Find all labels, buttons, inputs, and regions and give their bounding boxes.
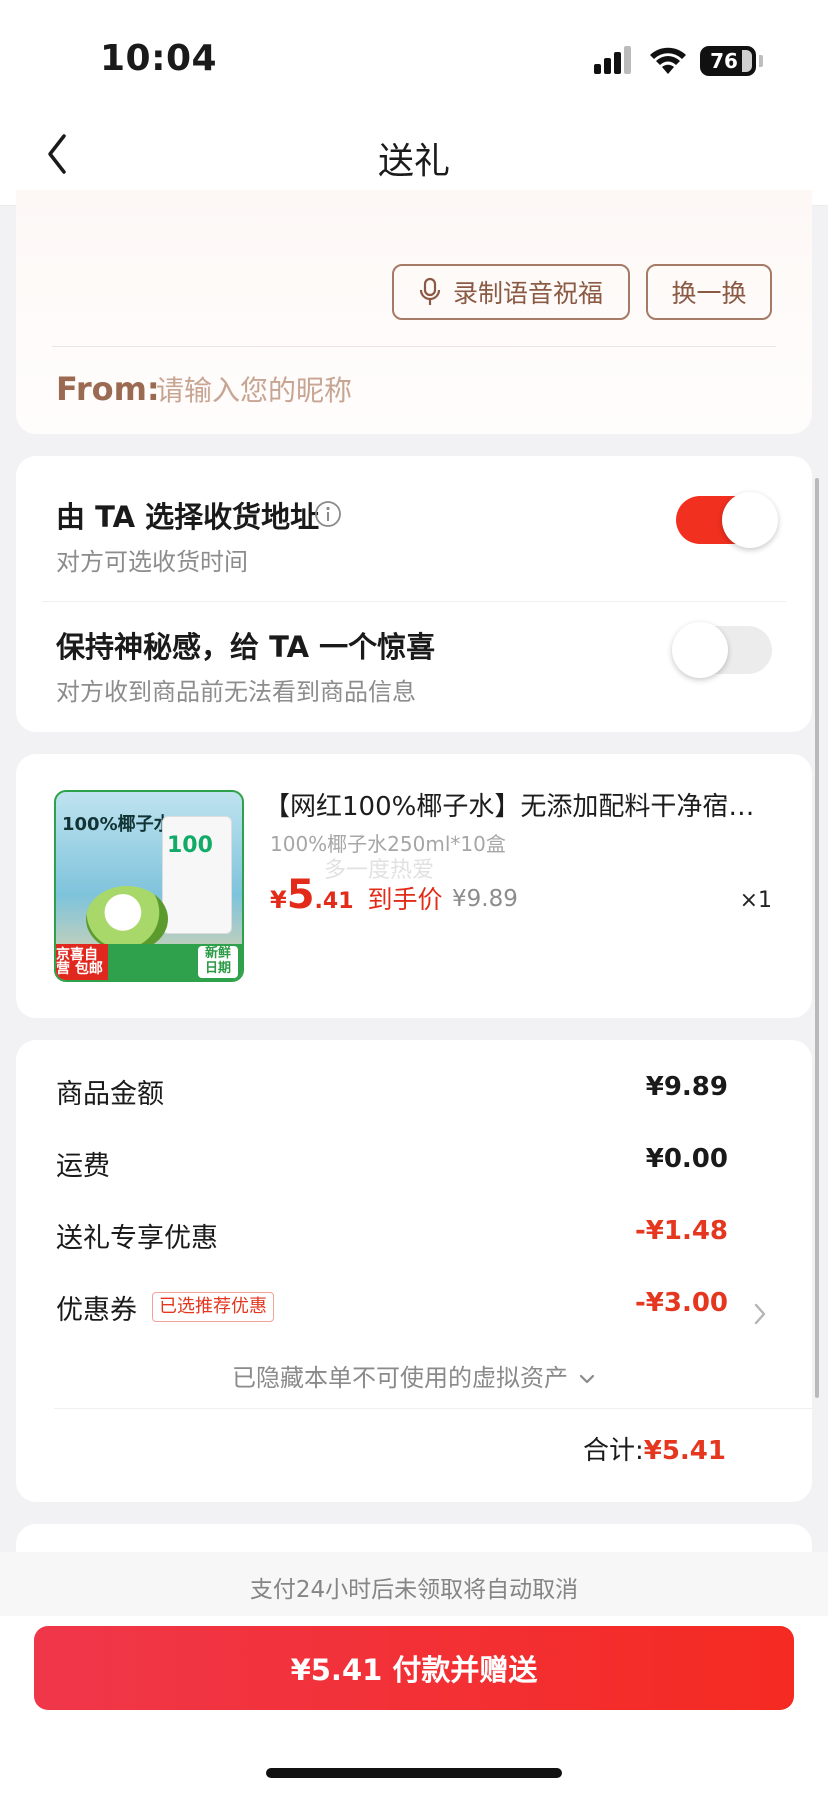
bottom-pay-bar: 支付24小时后未领取将自动取消 ¥5.41 付款并赠送 (0, 1552, 828, 1796)
wifi-icon (650, 47, 686, 74)
status-time: 10:04 (100, 38, 218, 79)
gift-options-card: 由 TA 选择收货地址 对方可选收货时间 保持神秘感，给 TA 一个惊喜 对方收… (16, 456, 812, 732)
record-voice-button[interactable]: 录制语音祝福 (392, 264, 630, 320)
thumbnail-badge-right: 新鲜 日期 (198, 946, 238, 978)
nickname-input[interactable] (156, 374, 656, 407)
row-label-shipping: 运费 (56, 1151, 110, 1182)
battery-tip (759, 55, 763, 67)
price-label: 到手价 (367, 885, 443, 914)
info-icon[interactable] (314, 500, 342, 528)
coupon-recommended-tag: 已选推荐优惠 (152, 1292, 274, 1322)
original-price: ¥9.89 (452, 886, 518, 912)
divider (52, 346, 776, 347)
scrollbar[interactable] (815, 478, 819, 1398)
toggle-knob (722, 492, 778, 548)
total-value: ¥5.41 (643, 1436, 726, 1466)
battery-level: 76 (710, 49, 738, 73)
row-label-goods-amount: 商品金额 (56, 1079, 164, 1110)
row-value-goods-amount: ¥9.89 (645, 1072, 728, 1102)
option-subtitle-surprise: 对方收到商品前无法看到商品信息 (56, 678, 416, 706)
toggle-recipient-address[interactable] (676, 492, 778, 548)
chevron-down-icon (579, 1374, 595, 1384)
total-label: 合计: (582, 1436, 644, 1466)
divider (42, 601, 786, 602)
thumbnail-badge-left: 京喜自营 包邮 (56, 944, 108, 980)
record-voice-label: 录制语音祝福 (452, 279, 603, 308)
toggle-knob (672, 622, 728, 678)
thumbnail-strip: 新鲜 日期 (108, 944, 242, 980)
auto-cancel-note: 支付24小时后未领取将自动取消 (249, 1577, 579, 1603)
price-currency: ¥ (270, 886, 287, 914)
price-integer: 5 (286, 872, 315, 918)
hidden-assets-label: 已隐藏本单不可使用的虚拟资产 (232, 1364, 568, 1392)
page-title: 送礼 (377, 141, 450, 182)
order-summary-card: 商品金额 ¥9.89 运费 ¥0.00 送礼专享优惠 -¥1.48 优惠券 已选… (16, 1040, 812, 1502)
price-decimal: .41 (314, 889, 354, 914)
option-title-address: 由 TA 选择收货地址 (56, 500, 320, 534)
option-subtitle-address: 对方可选收货时间 (56, 548, 248, 576)
row-value-coupon[interactable]: -¥3.00 (635, 1288, 728, 1318)
wish-card: 录制语音祝福 换一换 From: (16, 190, 812, 434)
thumbnail-carton: 100 (162, 816, 232, 934)
product-price: ¥ 5 .41 到手价 (270, 872, 443, 918)
swap-button[interactable]: 换一换 (646, 264, 772, 320)
pay-and-gift-button[interactable]: ¥5.41 付款并赠送 (34, 1626, 794, 1710)
row-value-gift-discount: -¥1.48 (634, 1216, 728, 1246)
product-thumbnail[interactable]: 100%椰子水 100 京喜自营 包邮 新鲜 日期 (54, 790, 244, 982)
home-indicator (266, 1768, 562, 1778)
status-bar: 10:04 76 (0, 0, 828, 100)
thumbnail-badge-big: 100 (167, 833, 213, 858)
row-value-shipping: ¥0.00 (645, 1144, 728, 1174)
battery-icon: 76 (700, 46, 756, 76)
cellular-signal-icon (594, 46, 634, 74)
thumbnail-title: 100%椰子水 (62, 814, 172, 835)
product-quantity: ×1 (739, 888, 772, 913)
microphone-icon (419, 277, 441, 305)
chevron-right-icon[interactable] (752, 1302, 768, 1326)
divider (54, 1408, 812, 1409)
hidden-assets-toggle[interactable]: 已隐藏本单不可使用的虚拟资产 (16, 1358, 812, 1393)
product-title[interactable]: 【网红100%椰子水】无添加配料干净宿… (264, 786, 782, 823)
toggle-keep-mystery[interactable] (672, 622, 772, 678)
row-label-gift-discount: 送礼专享优惠 (56, 1223, 218, 1254)
row-label-coupon[interactable]: 优惠券 (56, 1288, 137, 1327)
option-title-surprise: 保持神秘感，给 TA 一个惊喜 (56, 630, 436, 664)
from-label: From: (56, 370, 160, 408)
order-total: 合计:¥5.41 (583, 1430, 726, 1467)
coconut-graphic (86, 886, 168, 952)
product-card: 100%椰子水 100 京喜自营 包邮 新鲜 日期 【网红100%椰子水】无添加… (16, 754, 812, 1018)
